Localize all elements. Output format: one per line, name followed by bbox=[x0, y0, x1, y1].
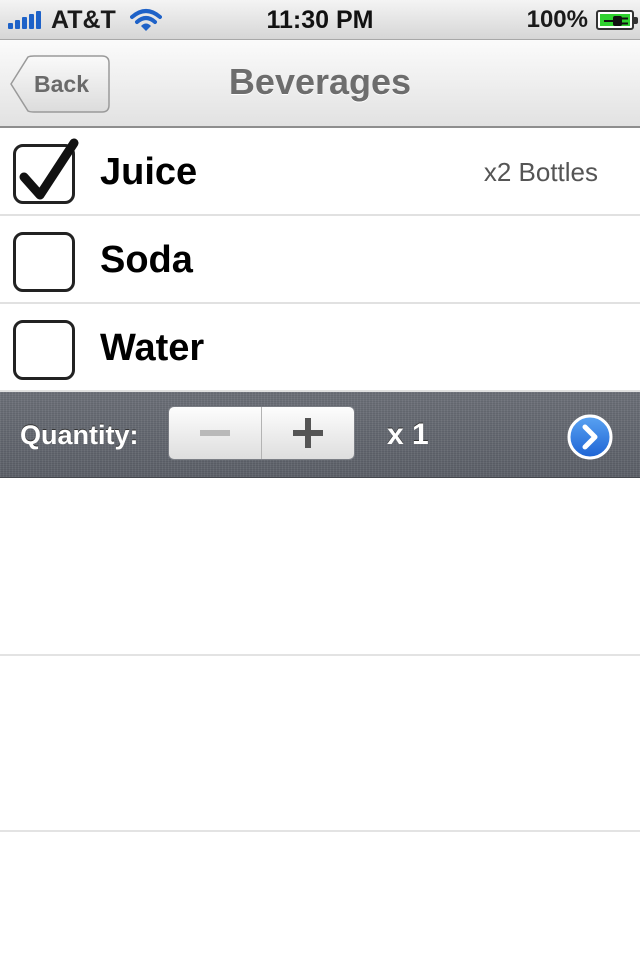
quantity-stepper[interactable] bbox=[168, 406, 355, 460]
plus-icon bbox=[293, 418, 323, 448]
decrement-button[interactable] bbox=[169, 407, 261, 459]
checkmark-icon bbox=[19, 138, 79, 200]
list-item-water[interactable]: Water bbox=[0, 304, 640, 392]
battery-percent: 100% bbox=[526, 6, 588, 33]
checkbox-checked[interactable] bbox=[13, 138, 79, 204]
navigation-bar: Back Beverages bbox=[0, 40, 640, 128]
list-item-juice[interactable]: Juice x2 Bottles bbox=[0, 128, 640, 216]
item-label: Soda bbox=[100, 239, 193, 281]
chevron-right-circle-icon[interactable] bbox=[567, 414, 613, 460]
empty-row-divider bbox=[0, 654, 640, 656]
status-right: 100% bbox=[526, 0, 638, 40]
increment-button[interactable] bbox=[261, 407, 354, 459]
battery-charging-icon bbox=[596, 10, 638, 30]
item-detail: x2 Bottles bbox=[483, 157, 598, 187]
checkbox-unchecked[interactable] bbox=[13, 320, 75, 380]
quantity-toolbar: Quantity: x 1 bbox=[0, 392, 640, 478]
quantity-label: Quantity: bbox=[20, 420, 139, 450]
item-label: Juice bbox=[100, 151, 198, 193]
quantity-value: x 1 bbox=[387, 418, 429, 451]
empty-row-divider bbox=[0, 830, 640, 832]
checkbox-unchecked[interactable] bbox=[13, 232, 75, 292]
minus-icon bbox=[200, 430, 230, 436]
status-bar: AT&T 11:30 PM 100% bbox=[0, 0, 640, 40]
item-label: Water bbox=[100, 327, 205, 369]
list-item-soda[interactable]: Soda bbox=[0, 216, 640, 304]
page-title: Beverages bbox=[228, 61, 412, 102]
